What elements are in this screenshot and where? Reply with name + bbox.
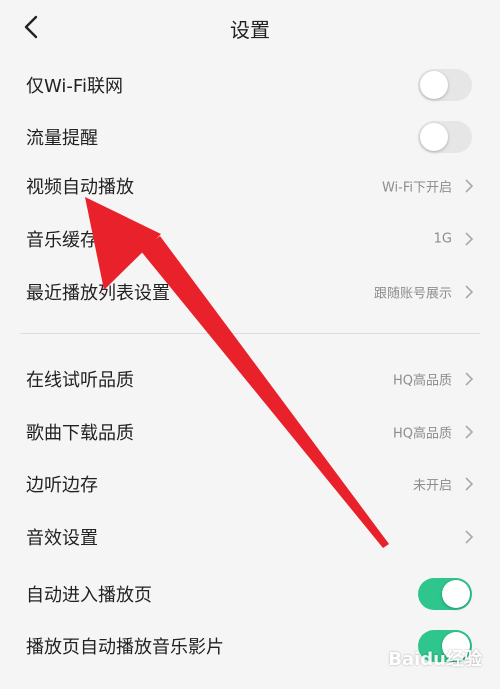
- setting-row-music-cache[interactable]: 音乐缓存 1G: [0, 213, 500, 265]
- setting-value: 1G: [433, 231, 452, 247]
- section-divider: [20, 333, 480, 334]
- setting-value: Wi-Fi下开启: [381, 180, 452, 196]
- setting-value: HQ高品质: [392, 373, 452, 389]
- auto-open-player-toggle[interactable]: [418, 578, 472, 610]
- chevron-right-icon: [465, 232, 474, 246]
- chevron-right-icon: [465, 179, 474, 193]
- setting-label: 自动进入播放页: [26, 585, 152, 606]
- setting-label: 流量提醒: [26, 128, 98, 149]
- setting-row-listen-and-save[interactable]: 边听边存 未开启: [0, 458, 500, 510]
- setting-label: 边听边存: [26, 475, 98, 496]
- setting-row-data-reminder[interactable]: 流量提醒: [0, 111, 500, 163]
- toggle-knob: [420, 71, 448, 99]
- setting-label: 视频自动播放: [26, 177, 134, 198]
- setting-label: 最近播放列表设置: [26, 283, 170, 304]
- setting-label: 歌曲下载品质: [26, 423, 134, 444]
- chevron-right-icon: [465, 285, 474, 299]
- setting-label: 在线试听品质: [26, 370, 134, 391]
- chevron-right-icon: [465, 425, 474, 439]
- page-title: 设置: [230, 18, 270, 42]
- setting-label: 播放页自动播放音乐影片: [26, 637, 224, 658]
- setting-row-stream-quality[interactable]: 在线试听品质 HQ高品质: [0, 353, 500, 405]
- data-reminder-toggle[interactable]: [418, 121, 472, 153]
- setting-row-download-quality[interactable]: 歌曲下载品质 HQ高品质: [0, 406, 500, 458]
- toggle-knob: [420, 123, 448, 151]
- setting-row-sound-effects[interactable]: 音效设置: [0, 511, 500, 563]
- wifi-only-toggle[interactable]: [418, 69, 472, 101]
- watermark: Baidu经验: [388, 649, 482, 670]
- setting-row-video-autoplay[interactable]: 视频自动播放 Wi-Fi下开启: [0, 160, 500, 212]
- setting-value: 跟随账号展示: [373, 286, 452, 302]
- setting-row-recent-playlist[interactable]: 最近播放列表设置 跟随账号展示: [0, 266, 500, 318]
- chevron-right-icon: [465, 477, 474, 491]
- toggle-knob: [442, 580, 470, 608]
- setting-value: 未开启: [412, 478, 452, 494]
- setting-row-auto-open-player[interactable]: 自动进入播放页: [0, 568, 500, 620]
- setting-value: HQ高品质: [392, 426, 452, 442]
- setting-label: 仅Wi-Fi联网: [26, 76, 123, 97]
- setting-label: 音效设置: [26, 528, 98, 549]
- chevron-right-icon: [465, 530, 474, 544]
- chevron-right-icon: [465, 372, 474, 386]
- setting-label: 音乐缓存: [26, 230, 98, 251]
- header-bar: 设置: [0, 0, 500, 56]
- setting-row-wifi-only[interactable]: 仅Wi-Fi联网: [0, 59, 500, 111]
